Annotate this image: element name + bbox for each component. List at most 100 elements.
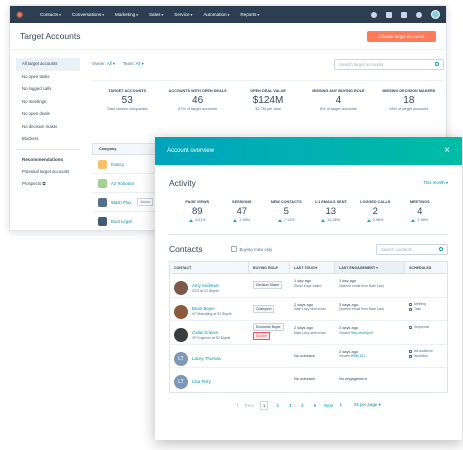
sidebar-divider <box>16 148 80 150</box>
scheduled-label: Workflow <box>414 353 428 358</box>
account-overview-modal: Account overview × Activity This month ▾… <box>155 137 462 440</box>
last-touch-date: No outreach <box>294 352 316 358</box>
activity-title: Activity <box>169 178 196 188</box>
company-name[interactable]: Boot Legal <box>111 219 132 224</box>
contact-name[interactable]: Lacey Thomas <box>192 356 221 362</box>
nav-item-service[interactable]: Service ▾ <box>174 12 192 17</box>
team-filter-value: All <box>135 61 141 66</box>
user-avatar[interactable] <box>431 10 440 19</box>
sidebar-item-no-meetings[interactable]: No meetings <box>16 96 80 109</box>
page-link-4[interactable]: 4 <box>299 402 305 409</box>
bell-icon[interactable] <box>416 11 422 18</box>
owner-filter[interactable]: Owner: All ▾ <box>92 61 115 67</box>
contact-cell: Brian Boyer VP Marketing at S2 Biqnte <box>174 302 245 319</box>
trend-up-icon <box>188 218 193 222</box>
table-row[interactable]: Callie Craven VP Engineer at S2 Biqnte Ec… <box>170 321 447 345</box>
activity-delta-value: 13.45% <box>327 218 341 222</box>
company-name[interactable]: Evatco <box>111 162 124 167</box>
stat-value: 18 <box>403 95 415 106</box>
sidebar-item-no-logged-calls[interactable]: No logged calls <box>16 83 80 96</box>
nav-item-automation[interactable]: Automation ▾ <box>203 12 229 17</box>
nav-item-marketing[interactable]: Marketing ▾ <box>115 12 138 17</box>
chevron-down-icon: ▾ <box>378 402 381 407</box>
page-link-2[interactable]: 2 <box>274 402 280 409</box>
chevron-down-icon: ▾ <box>136 12 138 17</box>
chevron-down-icon: ▾ <box>445 180 448 185</box>
avatar <box>174 304 188 319</box>
nav-item-contacts[interactable]: Contacts ▾ <box>40 12 61 17</box>
stat-accounts-with-open-deals: Accounts with open deals 46 87% of targe… <box>162 89 232 111</box>
engagement-link[interactable]: Why HubSpot? <box>351 331 374 335</box>
search-icon <box>435 62 439 66</box>
team-filter-label: Team: <box>122 61 135 66</box>
contact-name[interactable]: Lisa Terry <box>192 379 211 385</box>
scheduled-label: Sequence <box>414 325 430 329</box>
table-row[interactable]: Amy Andrews CEO at S2 Biqnte Decision Mak… <box>170 274 447 298</box>
column-header-buying-role[interactable]: Buying role <box>249 262 290 273</box>
search-target-accounts-input[interactable]: Search target accounts <box>334 58 444 70</box>
contact-cell: Amy Andrews CEO at S2 Biqnte <box>174 278 245 295</box>
owner-filter-label: Owner: <box>92 61 106 66</box>
calendar-icon <box>409 302 412 306</box>
nav-item-conversations[interactable]: Conversations ▾ <box>72 12 104 17</box>
chevron-left-icon[interactable]: ‹ <box>236 401 239 409</box>
column-header-last-engagement[interactable]: Last engagement ▾ <box>335 262 405 273</box>
close-icon[interactable]: × <box>444 146 450 156</box>
search-contacts-input[interactable]: Search contacts <box>376 243 448 255</box>
gear-icon[interactable] <box>401 11 407 18</box>
search-icon[interactable] <box>371 11 377 18</box>
nav-label: Conversations <box>71 12 102 17</box>
team-filter[interactable]: Team: All ▾ <box>123 61 144 67</box>
sidebar-item-blockers[interactable]: Blockers <box>16 133 80 146</box>
nav-label: Marketing <box>115 12 136 17</box>
page-link-1[interactable]: 1 <box>259 400 269 410</box>
activity-delta-value: 3.01% <box>194 218 206 222</box>
company-name[interactable]: A2 Robotics <box>111 181 134 186</box>
last-touch-detail: Nate Lacy sent email <box>294 307 326 311</box>
contact-name[interactable]: Amy Andrews <box>192 283 219 289</box>
company-name[interactable]: Wash Plus <box>111 200 131 205</box>
main-content: Owner: All ▾ Team: All ▾ Search target a… <box>92 58 444 111</box>
table-row[interactable]: Brian Boyer VP Marketing at S2 Biqnte Cha… <box>170 298 447 321</box>
page-link-5[interactable]: 5 <box>312 402 318 409</box>
buying-roles-only-checkbox[interactable] <box>230 246 237 252</box>
column-header-last-touch[interactable]: Last touch <box>290 262 335 273</box>
stat-value: 53 <box>121 95 133 106</box>
buying-role-badge: Decision Maker <box>253 281 283 289</box>
sidebar-item-no-open-tasks[interactable]: No open tasks <box>16 71 80 84</box>
table-header: Contact Buying role Last touch Last enga… <box>170 262 447 274</box>
hubspot-logo-icon[interactable]: ✺ <box>16 10 26 20</box>
per-page-dropdown[interactable]: 25 per page ▾ <box>354 402 381 408</box>
external-link-icon: ⧉ <box>42 181 46 186</box>
contact-cell: LT Lisa Terry <box>174 372 245 389</box>
nav-item-reports[interactable]: Reports ▾ <box>240 12 259 17</box>
contacts-header: Contacts Buying roles only Search contac… <box>155 241 462 257</box>
next-page-link[interactable]: Next <box>324 403 333 408</box>
period-label: This month <box>423 180 445 185</box>
marketplace-icon[interactable] <box>386 11 392 18</box>
column-header-contact[interactable]: Contact <box>170 262 249 273</box>
chevron-right-icon[interactable]: › <box>339 401 342 409</box>
period-dropdown[interactable]: This month ▾ <box>423 180 448 186</box>
activity-stat-page-views: Page views 89 3.01% <box>175 200 220 222</box>
page-link-3[interactable]: 3 <box>287 402 293 409</box>
choose-target-accounts-button[interactable]: Choose target accounts <box>366 30 436 42</box>
sidebar-item-label: Prospects <box>22 181 42 186</box>
buying-role-badge: Economic Buyer <box>253 323 284 331</box>
sidebar-item-potential-target-accounts[interactable]: Potential target accounts <box>16 166 80 179</box>
activity-delta: 13.45% <box>309 218 354 222</box>
modal-header: Account overview × <box>155 137 462 165</box>
trend-up-icon <box>321 218 326 222</box>
sidebar-item-prospects[interactable]: Prospects ⧉ <box>16 178 80 191</box>
sidebar-item-no-decision-maker[interactable]: No decision maker <box>16 121 80 134</box>
engagement-link[interactable]: RBM 101 <box>351 354 365 358</box>
prev-page-link[interactable]: Prev <box>245 403 254 408</box>
nav-item-sales[interactable]: Sales ▾ <box>149 12 163 17</box>
column-header-scheduled[interactable]: Scheduled <box>405 262 447 273</box>
sidebar-item-no-open-deals[interactable]: No open deals <box>16 108 80 121</box>
sidebar-item-all-target-accounts[interactable]: All target accounts <box>16 58 80 71</box>
table-row[interactable]: LT Lisa Terry No outreach No engagement <box>170 368 447 392</box>
activity-value: 47 <box>236 206 248 217</box>
activity-value: 2 <box>372 206 378 217</box>
table-row[interactable]: LT Lacey Thomas No outreach 2 days ago Vi… <box>170 345 447 368</box>
